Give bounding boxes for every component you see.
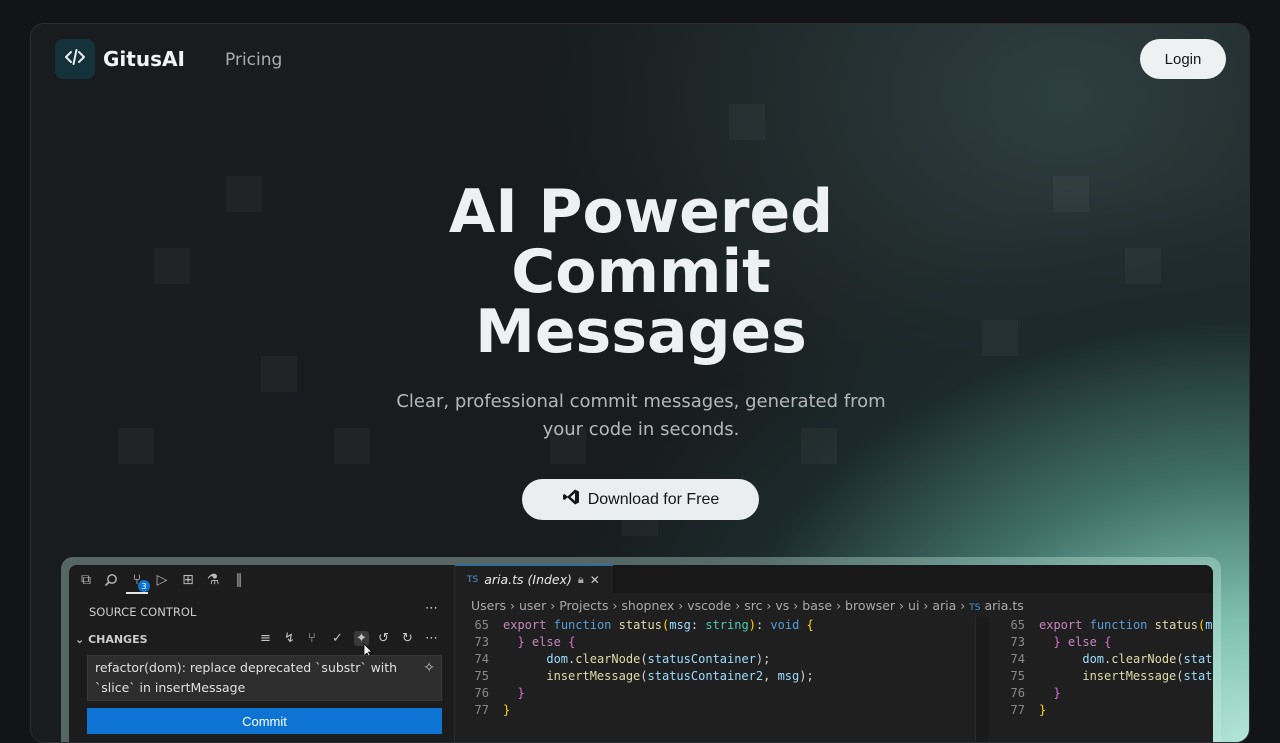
editor-window: ⧉ ⑂ 3 ▷ ⊞ ⚗ ∥ SOURCE CONTROL ⋯ ⌄ CHANGES… — [69, 565, 1213, 742]
extensions-icon[interactable]: ⊞ — [179, 571, 197, 589]
deco-square — [729, 104, 765, 140]
changes-label: CHANGES — [88, 633, 148, 646]
download-button[interactable]: Download for Free — [522, 479, 759, 520]
breadcrumb-item[interactable]: Users — [471, 598, 506, 613]
scm-badge: 3 — [138, 580, 150, 592]
brand-name[interactable]: GitusAI — [103, 47, 185, 71]
deco-square — [1053, 176, 1089, 212]
breadcrumb[interactable]: Users › user › Projects › shopnex › vsco… — [471, 598, 1024, 613]
hero-title-line: Messages — [475, 297, 807, 367]
hero-subtitle: Clear, professional commit messages, gen… — [376, 388, 906, 444]
testing-icon[interactable]: ⚗ — [204, 571, 222, 589]
breadcrumb-item[interactable]: shopnex — [621, 598, 674, 613]
more-icon[interactable]: ⋯ — [425, 601, 438, 616]
deco-square — [118, 428, 154, 464]
breadcrumb-item[interactable]: Projects — [559, 598, 608, 613]
deco-square — [982, 320, 1018, 356]
refresh-icon[interactable]: ↻ — [402, 631, 413, 646]
tab-aria-ts[interactable]: TS aria.ts (Index) 🔒︎ ✕ — [455, 565, 613, 593]
commit-button[interactable]: Commit — [87, 708, 442, 734]
check-icon[interactable]: ✓ — [332, 631, 343, 646]
deco-square — [334, 428, 370, 464]
breadcrumb-item[interactable]: browser — [845, 598, 895, 613]
scm-sidebar: ⧉ ⑂ 3 ▷ ⊞ ⚗ ∥ SOURCE CONTROL ⋯ ⌄ CHANGES… — [69, 565, 455, 742]
code-pane-left[interactable]: 65 export function status(msg: string): v… — [459, 617, 814, 719]
breadcrumb-item[interactable]: aria — [932, 598, 956, 613]
hero-title: AI Powered Commit Messages — [401, 182, 881, 362]
deco-square — [261, 356, 297, 392]
breadcrumb-item[interactable]: vs — [775, 598, 789, 613]
commit-message-text: refactor(dom): replace deprecated `subst… — [95, 660, 398, 695]
editor-preview: ⧉ ⑂ 3 ▷ ⊞ ⚗ ∥ SOURCE CONTROL ⋯ ⌄ CHANGES… — [61, 557, 1221, 742]
nav-link-pricing[interactable]: Pricing — [225, 50, 282, 70]
changes-section[interactable]: ⌄ CHANGES — [75, 633, 148, 646]
vscode-icon — [562, 488, 580, 511]
close-icon[interactable]: ✕ — [590, 573, 600, 587]
explorer-icon[interactable]: ⧉ — [77, 571, 95, 589]
hero-subtitle-line: your code in seconds. — [542, 419, 740, 440]
code-icon — [64, 46, 86, 72]
lock-icon: 🔒︎ — [577, 572, 584, 586]
branch-icon[interactable]: ⑂ — [308, 631, 316, 646]
breadcrumb-item[interactable]: user — [519, 598, 546, 613]
deco-square — [226, 176, 262, 212]
source-control-title: SOURCE CONTROL — [89, 605, 197, 619]
run-debug-icon[interactable]: ▷ — [153, 571, 171, 589]
code-pane-right[interactable]: 65export function status(msg: string) 73… — [995, 617, 1213, 719]
download-button-label: Download for Free — [587, 490, 720, 508]
hero-frame: GitusAI Pricing Login AI Powered Commit … — [30, 23, 1250, 743]
active-indicator — [126, 592, 148, 594]
commit-message-input[interactable]: refactor(dom): replace deprecated `subst… — [87, 655, 442, 701]
breadcrumb-item[interactable]: vscode — [687, 598, 731, 613]
pane-divider[interactable] — [975, 617, 989, 742]
hero-title-line: Commit — [511, 237, 771, 307]
login-button[interactable]: Login — [1140, 39, 1226, 79]
chevron-down-icon: ⌄ — [75, 633, 85, 646]
gitlens-icon[interactable]: ∥ — [230, 571, 248, 589]
breadcrumb-item[interactable]: base — [802, 598, 832, 613]
breadcrumb-item[interactable]: src — [744, 598, 762, 613]
more-actions-icon[interactable]: ⋯ — [425, 631, 438, 646]
commit-button-label: Commit — [242, 713, 287, 729]
history-icon[interactable]: ↺ — [378, 631, 389, 646]
logo[interactable] — [55, 39, 95, 79]
ts-icon: TS — [467, 574, 479, 585]
deco-square — [1125, 248, 1161, 284]
stash-icon[interactable]: ↯ — [284, 631, 295, 646]
breadcrumb-item[interactable]: ui — [908, 598, 919, 613]
hero-title-line: AI Powered — [448, 177, 834, 247]
tab-bar — [613, 565, 1213, 593]
breadcrumb-file[interactable]: aria.ts — [984, 598, 1023, 613]
generate-sparkle-icon[interactable]: ✧ — [423, 658, 435, 678]
view-list-icon[interactable]: ≡ — [260, 631, 271, 646]
ts-icon: TS — [969, 603, 981, 613]
deco-square — [154, 248, 190, 284]
tab-label: aria.ts (Index) — [484, 572, 572, 587]
hero-subtitle-line: Clear, professional commit messages, gen… — [396, 391, 886, 412]
search-icon[interactable] — [102, 571, 120, 589]
